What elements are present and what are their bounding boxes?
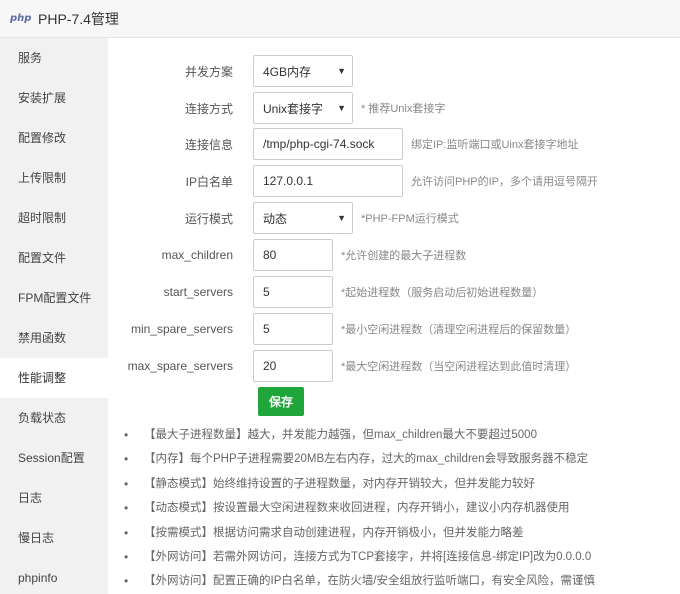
max-children-input[interactable]: 80 [253,239,333,271]
sidebar-item-performance[interactable]: 性能调整 [0,358,108,398]
list-item: 【静态模式】始终维持设置的子进程数量，对内存开销较大，但并发能力较好 [122,472,674,497]
sidebar-item-session-config[interactable]: Session配置 [0,438,108,478]
sidebar-item-phpinfo[interactable]: phpinfo [0,558,108,594]
tips-list: 【最大子进程数量】越大，并发能力越强，但max_children最大不要超过50… [122,423,674,594]
save-button[interactable]: 保存 [258,387,304,416]
list-item: 【外网访问】若需外网访问，连接方式为TCP套接字，并将[连接信息-绑定IP]改为… [122,545,674,570]
title-bar: php PHP-7.4管理 [0,0,680,38]
conn-type-row: 连接方式 Unix套接字 ▼ * 推荐Unix套接字 [108,92,445,124]
start-servers-label: start_servers [163,285,233,299]
sidebar-item-config-file[interactable]: 配置文件 [0,238,108,278]
max-children-label: max_children [161,248,233,262]
sidebar-item-slow-log[interactable]: 慢日志 [0,518,108,558]
conn-type-value: Unix套接字 [263,101,324,116]
chevron-down-icon: ▼ [337,103,346,113]
min-spare-servers-row: min_spare_servers 5 *最小空闲进程数（清理空闲进程后的保留数… [108,313,576,345]
conn-info-input[interactable]: /tmp/php-cgi-74.sock [253,128,403,160]
max-spare-servers-row: max_spare_servers 20 *最大空闲进程数（当空闲进程达到此值时… [108,350,576,382]
sidebar-item-fpm-config-file[interactable]: FPM配置文件 [0,278,108,318]
min-spare-servers-input[interactable]: 5 [253,313,333,345]
max-children-hint: *允许创建的最大子进程数 [341,250,467,262]
conn-type-select[interactable]: Unix套接字 ▼ [253,92,353,124]
list-item: 【外网访问】配置正确的IP白名单，在防火墙/安全组放行监听端口，有安全风险，需谨… [122,569,674,594]
run-mode-label: 运行模式 [184,211,233,226]
conn-info-row: 连接信息 /tmp/php-cgi-74.sock 绑定IP:监听端口或Uinx… [108,128,578,160]
sidebar-item-timeout-limit[interactable]: 超时限制 [0,198,108,238]
run-mode-value: 动态 [263,211,288,226]
sidebar-item-config-edit[interactable]: 配置修改 [0,118,108,158]
ip-whitelist-label: IP白名单 [185,174,233,189]
concurrency-value: 4GB内存 [263,64,312,79]
max-spare-servers-label: max_spare_servers [127,359,233,373]
start-servers-hint: *起始进程数（服务启动后初始进程数量） [341,287,544,299]
sidebar-item-upload-limit[interactable]: 上传限制 [0,158,108,198]
start-servers-input[interactable]: 5 [253,276,333,308]
chevron-down-icon: ▼ [337,66,346,76]
max-spare-servers-input[interactable]: 20 [253,350,333,382]
concurrency-select[interactable]: 4GB内存 ▼ [253,55,353,87]
conn-type-hint: * 推荐Unix套接字 [361,103,446,115]
sidebar-item-service[interactable]: 服务 [0,38,108,78]
conn-type-label: 连接方式 [184,101,233,116]
php-logo: php [10,12,32,24]
sidebar-item-load-status[interactable]: 负载状态 [0,398,108,438]
ip-whitelist-input[interactable]: 127.0.0.1 [253,165,403,197]
window-title: PHP-7.4管理 [38,10,119,27]
min-spare-servers-label: min_spare_servers [130,322,233,336]
run-mode-select[interactable]: 动态 ▼ [253,202,353,234]
concurrency-label: 并发方案 [184,64,233,79]
max-children-row: max_children 80 *允许创建的最大子进程数 [108,239,466,271]
sidebar-item-disabled-functions[interactable]: 禁用函数 [0,318,108,358]
conn-info-label: 连接信息 [184,137,233,152]
list-item: 【动态模式】按设置最大空闲进程数来收回进程，内存开销小，建议小内存机器使用 [122,496,674,521]
start-servers-row: start_servers 5 *起始进程数（服务启动后初始进程数量） [108,276,543,308]
max-spare-servers-hint: *最大空闲进程数（当空闲进程达到此值时清理） [341,361,577,373]
ip-whitelist-hint: 允许访问PHP的IP，多个请用逗号隔开 [411,176,599,188]
run-mode-hint: *PHP-FPM运行模式 [361,213,459,225]
min-spare-servers-hint: *最小空闲进程数（清理空闲进程后的保留数量） [341,324,577,336]
ip-whitelist-row: IP白名单 127.0.0.1 允许访问PHP的IP，多个请用逗号隔开 [108,165,598,197]
conn-info-hint: 绑定IP:监听端口或Uinx套接字地址 [411,139,579,151]
sidebar-item-log[interactable]: 日志 [0,478,108,518]
list-item: 【内存】每个PHP子进程需要20MB左右内存，过大的max_children会导… [122,447,674,472]
chevron-down-icon: ▼ [337,213,346,223]
sidebar-item-install-extension[interactable]: 安装扩展 [0,78,108,118]
list-item: 【最大子进程数量】越大，并发能力越强，但max_children最大不要超过50… [122,423,674,448]
run-mode-row: 运行模式 动态 ▼ *PHP-FPM运行模式 [108,202,459,234]
list-item: 【按需模式】根据访问需求自动创建进程，内存开销极小，但并发能力略差 [122,521,674,546]
sidebar: 服务 安装扩展 配置修改 上传限制 超时限制 配置文件 FPM配置文件 禁用函数… [0,38,108,594]
concurrency-row: 并发方案 4GB内存 ▼ [108,55,353,87]
main-panel: 并发方案 4GB内存 ▼ 连接方式 Unix套接字 ▼ * 推荐Unix套接字 … [108,38,680,594]
